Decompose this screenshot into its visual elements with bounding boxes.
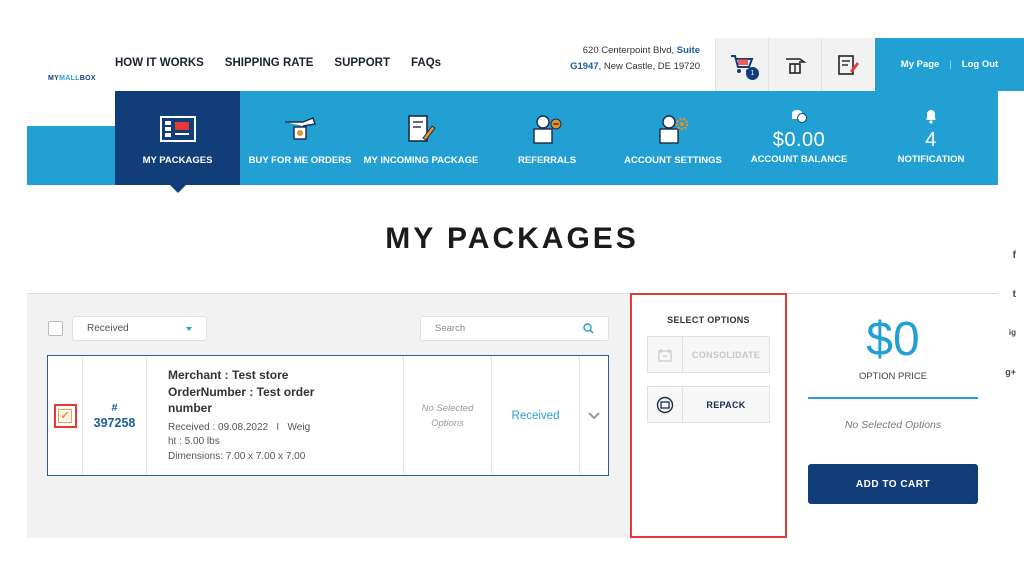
page-title: MY PACKAGES: [385, 222, 639, 255]
price-divider: [808, 397, 978, 399]
package-checkbox-cell: ✓: [48, 356, 83, 475]
nav-how-it-works[interactable]: HOW IT WORKS: [115, 57, 204, 69]
search-icon[interactable]: [583, 323, 594, 334]
logo[interactable]: MYMALLBOX: [48, 75, 96, 82]
package-meta: Received : 09.08.2022 I Weig ht : 5.00 l…: [168, 421, 311, 462]
select-options-title: SELECT OPTIONS: [667, 315, 750, 325]
package-checkbox[interactable]: ✓: [58, 408, 72, 423]
repack-button[interactable]: REPACK: [647, 386, 770, 423]
nav-shipping-rate[interactable]: SHIPPING RATE: [225, 57, 314, 69]
bell-icon: [926, 110, 936, 124]
no-selected-options-text: No Selected Options: [844, 419, 942, 431]
buy-for-me-icon: [285, 117, 316, 140]
cart-count-badge: 1: [746, 67, 759, 80]
coins-icon: [792, 110, 807, 123]
referrals-icon: [533, 115, 562, 144]
tab-notification[interactable]: 4 NOTIFICATION: [864, 91, 998, 185]
instagram-icon[interactable]: ig: [1009, 328, 1016, 337]
buy-request-button[interactable]: [768, 38, 821, 91]
consolidate-icon: [658, 348, 672, 362]
tab-my-packages[interactable]: MY PACKAGES: [115, 91, 240, 193]
option-price-value: $0: [866, 313, 920, 366]
tab-incoming-package[interactable]: MY INCOMING PACKAGE: [360, 91, 482, 185]
add-to-cart-button[interactable]: ADD TO CART: [808, 464, 978, 504]
search-input[interactable]: Search: [420, 316, 609, 341]
package-id: # 397258: [83, 356, 147, 475]
tab-buy-for-me[interactable]: BUY FOR ME ORDERS: [240, 91, 360, 185]
option-price-label: OPTION PRICE: [858, 371, 928, 382]
tab-referrals[interactable]: REFERRALS: [482, 91, 612, 185]
merchant-info: Merchant : Test store OrderNumber : Test…: [168, 368, 315, 415]
main-nav: MY PACKAGES BUY FOR ME ORDERS MY INCOMIN…: [115, 91, 998, 193]
account-box: My Page | Log Out: [875, 38, 1024, 91]
status-filter-select[interactable]: Received: [72, 316, 207, 341]
repack-icon: [656, 396, 674, 413]
package-options: No Selected Options: [404, 356, 492, 475]
google-plus-icon[interactable]: g+: [1005, 367, 1016, 377]
top-nav: HOW IT WORKS SHIPPING RATE SUPPORT FAQs: [115, 57, 441, 69]
nav-support[interactable]: SUPPORT: [334, 57, 390, 69]
package-row[interactable]: ✓ # 397258 Merchant : Test store OrderNu…: [47, 355, 609, 476]
incoming-package-icon: [408, 115, 436, 142]
facebook-icon[interactable]: f: [1013, 250, 1016, 261]
hand-package-icon: [786, 57, 807, 74]
chevron-down-icon: [588, 411, 600, 419]
account-settings-icon: [659, 115, 689, 144]
packages-icon: [159, 116, 196, 142]
package-details: Merchant : Test store OrderNumber : Test…: [147, 356, 404, 475]
tab-account-balance[interactable]: $0.00 ACCOUNT BALANCE: [734, 91, 864, 185]
package-status: Received: [492, 356, 580, 475]
my-page-link[interactable]: My Page: [901, 59, 940, 70]
twitter-icon[interactable]: t: [1013, 289, 1016, 300]
edit-document-icon: [838, 54, 859, 75]
chevron-down-icon: [186, 326, 192, 331]
nav-faqs[interactable]: FAQs: [411, 57, 441, 69]
nav-band-left: [27, 126, 115, 185]
cart-button[interactable]: 1: [715, 38, 768, 91]
select-all-checkbox[interactable]: [48, 321, 63, 336]
order-form-button[interactable]: [821, 38, 874, 91]
warehouse-address: 620 Centerpoint Blvd, Suite G1947, New C…: [570, 45, 700, 72]
tab-account-settings[interactable]: ACCOUNT SETTINGS: [612, 91, 734, 185]
expand-row-button[interactable]: [580, 356, 608, 475]
consolidate-button[interactable]: CONSOLIDATE: [647, 336, 770, 373]
highlight-box: ✓: [53, 403, 77, 428]
log-out-link[interactable]: Log Out: [962, 59, 998, 70]
